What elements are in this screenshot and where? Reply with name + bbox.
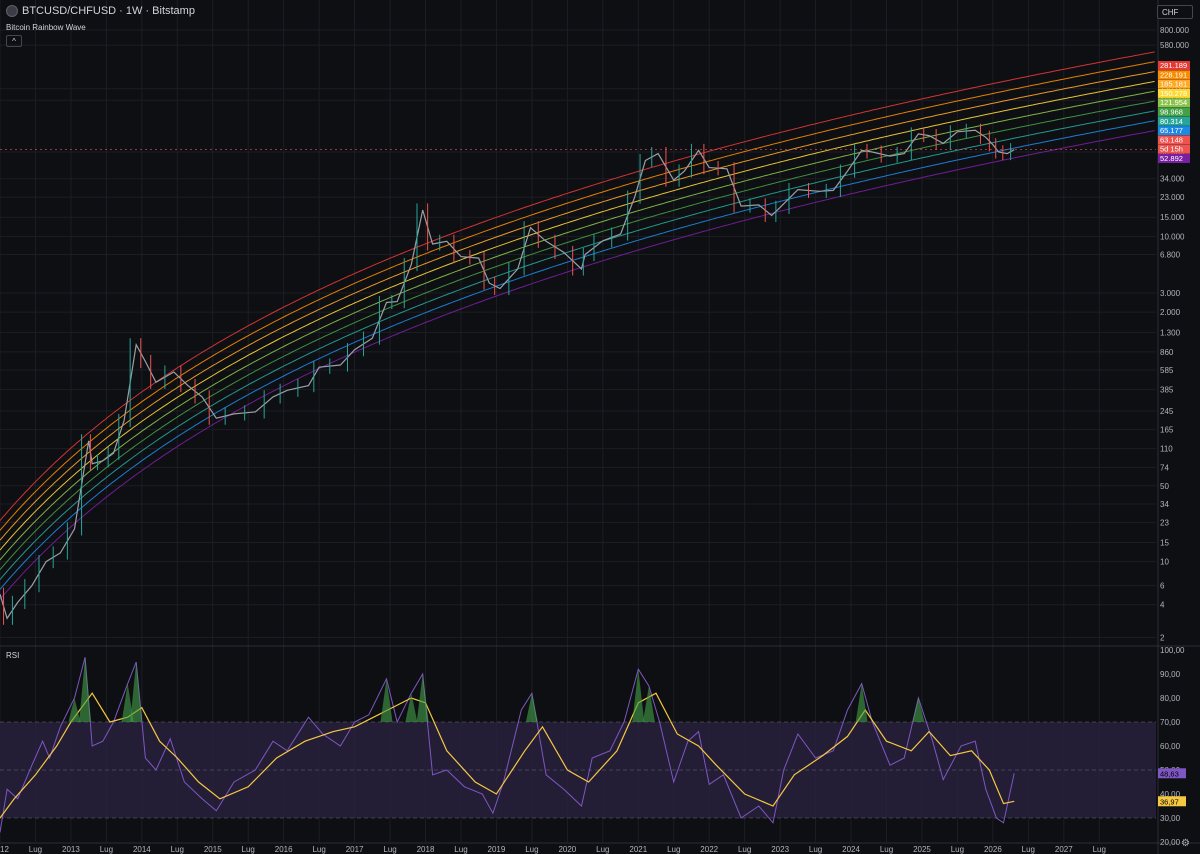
price-tick-label: 4	[1160, 601, 1165, 610]
time-tick-label: 2024	[842, 845, 860, 854]
price-tick-label: 860	[1160, 348, 1174, 357]
rsi-value-label: 48,63	[1160, 769, 1179, 778]
price-tick-label: 23	[1160, 518, 1169, 527]
price-tick-label: 10	[1160, 558, 1169, 567]
time-tick-label: Lug	[667, 845, 680, 854]
currency-selector[interactable]: CHF	[1157, 5, 1193, 19]
price-value-label: 5d 15h	[1160, 145, 1183, 154]
price-value-label: 185.181	[1160, 80, 1187, 89]
rsi-tick-label: 80,00	[1160, 694, 1181, 703]
collapse-button[interactable]: ^	[6, 35, 22, 47]
gear-icon[interactable]: ⚙	[1181, 838, 1190, 849]
time-tick-label: 2019	[488, 845, 506, 854]
symbol-label: BTCUSD/CHFUSD · 1W · Bitstamp	[22, 5, 195, 17]
rsi-label[interactable]: RSI	[6, 651, 19, 660]
price-value-label: 80.314	[1160, 117, 1183, 126]
time-tick-label: 2023	[771, 845, 789, 854]
symbol-title[interactable]: BTCUSD/CHFUSD · 1W · Bitstamp	[6, 5, 195, 17]
price-value-label: 98.968	[1160, 108, 1183, 117]
time-tick-label: Lug	[809, 845, 822, 854]
time-tick-label: 2016	[275, 845, 293, 854]
time-tick-label: 2013	[62, 845, 80, 854]
time-tick-label: Lug	[1093, 845, 1106, 854]
price-tick-label: 6.800	[1160, 250, 1181, 259]
time-tick-label: 2015	[204, 845, 222, 854]
time-tick-label: 2025	[913, 845, 931, 854]
time-tick-label: Lug	[312, 845, 325, 854]
price-tick-label: 6	[1160, 582, 1165, 591]
price-tick-label: 110	[1160, 445, 1173, 454]
time-tick-label: 2026	[984, 845, 1002, 854]
price-tick-label: 34	[1160, 500, 1169, 509]
price-tick-label: 15.000	[1160, 213, 1185, 222]
price-tick-label: 50	[1160, 482, 1169, 491]
price-tick-label: 2	[1160, 633, 1165, 642]
time-tick-label: 2020	[558, 845, 576, 854]
time-tick-label: Lug	[383, 845, 396, 854]
time-tick-label: Lug	[738, 845, 751, 854]
time-tick-label: Lug	[454, 845, 467, 854]
price-tick-label: 1.300	[1160, 328, 1181, 337]
time-tick-label: Lug	[596, 845, 609, 854]
price-value-label: 121.954	[1160, 98, 1187, 107]
price-tick-label: 23.000	[1160, 193, 1185, 202]
price-tick-label: 165	[1160, 426, 1174, 435]
price-tick-label: 800.000	[1160, 26, 1189, 35]
price-tick-label: 15	[1160, 538, 1169, 547]
time-tick-label: 2017	[346, 845, 364, 854]
time-tick-label: Lug	[525, 845, 538, 854]
time-tick-label: Lug	[880, 845, 893, 854]
price-value-label: 281.189	[1160, 61, 1187, 70]
price-value-label: 150.278	[1160, 89, 1187, 98]
indicator-label[interactable]: Bitcoin Rainbow Wave	[6, 23, 86, 32]
time-tick-label: 2014	[133, 845, 151, 854]
price-tick-label: 34.000	[1160, 175, 1185, 184]
price-value-label: 228.191	[1160, 70, 1187, 79]
rsi-tick-label: 90,00	[1160, 670, 1181, 679]
time-tick-label: 2018	[417, 845, 435, 854]
price-value-label: 65.177	[1160, 126, 1183, 135]
price-tick-label: 74	[1160, 463, 1169, 472]
price-tick-label: 385	[1160, 386, 1174, 395]
price-value-label: 52.892	[1160, 154, 1183, 163]
price-tick-label: 2.000	[1160, 308, 1181, 317]
rsi-tick-label: 20,00	[1160, 838, 1181, 847]
symbol-logo-icon	[6, 5, 18, 17]
chart-canvas[interactable]: 800.000580.000230.000180.00060.00034.000…	[0, 0, 1200, 854]
rsi-tick-label: 30,00	[1160, 814, 1181, 823]
time-tick-label: Lug	[242, 845, 255, 854]
rsi-value-label: 36,97	[1160, 797, 1179, 806]
rsi-tick-label: 100,00	[1160, 646, 1185, 655]
rsi-tick-label: 60,00	[1160, 742, 1181, 751]
price-tick-label: 245	[1160, 407, 1174, 416]
price-tick-label: 585	[1160, 366, 1174, 375]
time-tick-label: 2022	[700, 845, 718, 854]
time-tick-label: Lug	[100, 845, 113, 854]
rsi-tick-label: 70,00	[1160, 718, 1181, 727]
time-tick-label: Lug	[171, 845, 184, 854]
price-tick-label: 3.000	[1160, 289, 1181, 298]
time-tick-label: 2027	[1055, 845, 1073, 854]
price-tick-label: 580.000	[1160, 41, 1189, 50]
time-tick-label: Lug	[1022, 845, 1035, 854]
time-tick-label: Lug	[29, 845, 42, 854]
price-tick-label: 10.000	[1160, 232, 1185, 241]
time-tick-label: 2012	[0, 845, 9, 854]
price-value-label: 63.148	[1160, 135, 1183, 144]
time-tick-label: 2021	[629, 845, 647, 854]
time-tick-label: Lug	[951, 845, 964, 854]
